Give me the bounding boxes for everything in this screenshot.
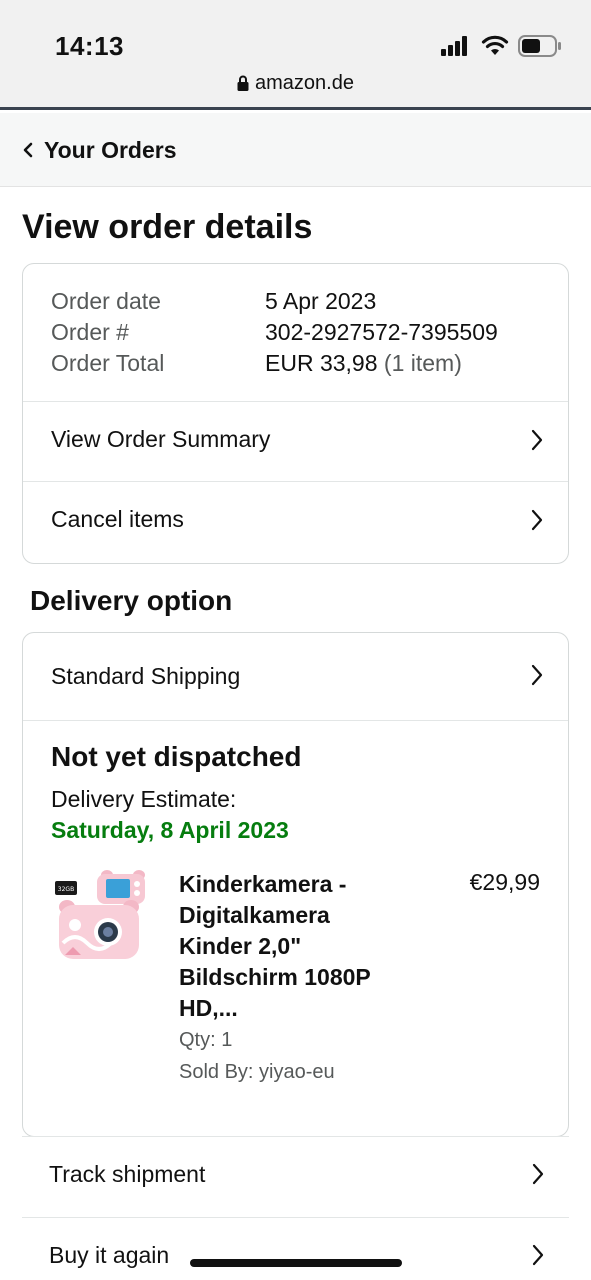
product-image[interactable]: 32GB [53, 869, 149, 969]
delivery-estimate-date: Saturday, 8 April 2023 [51, 817, 289, 843]
shipping-option-row[interactable]: Standard Shipping [23, 633, 568, 721]
order-info-block: Order date 5 Apr 2023 Order # 302-292757… [23, 264, 568, 402]
order-item-count: (1 item) [383, 350, 462, 376]
status-time: 14:13 [55, 31, 124, 61]
order-total-label: Order Total [51, 350, 165, 376]
product-title-link[interactable]: Kinderkamera - Digitalkamera Kinder 2,0"… [179, 869, 399, 1024]
home-indicator[interactable] [190, 1259, 402, 1267]
wifi-icon [481, 35, 509, 55]
sd-card-label: 32GB [58, 886, 74, 893]
chevron-right-icon [531, 429, 543, 451]
chevron-left-icon [23, 142, 33, 158]
order-total-value-wrap: EUR 33,98 (1 item) [265, 350, 462, 377]
order-date-value: 5 Apr 2023 [265, 288, 377, 314]
url-text: amazon.de [255, 72, 354, 94]
chevron-right-icon [531, 664, 543, 686]
view-order-summary-label: View Order Summary [51, 426, 271, 452]
battery-icon [518, 35, 561, 57]
chevron-right-icon [532, 1163, 544, 1185]
buy-it-again-row[interactable]: Buy it again [22, 1217, 569, 1280]
delivery-section-title: Delivery option [30, 585, 233, 616]
cancel-items-row[interactable]: Cancel items [23, 482, 568, 562]
cellular-signal-icon [441, 36, 467, 56]
order-total-value: EUR 33,98 [265, 350, 378, 376]
shipment-status: Not yet dispatched [51, 741, 302, 772]
delivery-card: Standard Shipping Not yet dispatched Del… [22, 632, 569, 1137]
view-order-summary-row[interactable]: View Order Summary [23, 402, 568, 482]
shipping-option-label: Standard Shipping [51, 663, 241, 689]
back-to-orders-link[interactable]: Your Orders [44, 137, 177, 164]
order-number-value: 302-2927572-7395509 [265, 319, 498, 345]
chevron-right-icon [532, 1244, 544, 1266]
track-shipment-label: Track shipment [49, 1161, 206, 1187]
delivery-estimate-label: Delivery Estimate: [51, 786, 237, 812]
address-bar[interactable]: amazon.de [0, 72, 591, 95]
browser-top-bar: 14:13 amazon.de [0, 0, 591, 110]
back-nav[interactable]: Your Orders [0, 113, 591, 187]
order-date-label: Order date [51, 288, 161, 314]
product-price: €29,99 [469, 869, 540, 895]
track-shipment-row[interactable]: Track shipment [22, 1136, 569, 1216]
order-info-card: Order date 5 Apr 2023 Order # 302-292757… [22, 263, 569, 564]
chevron-right-icon [531, 509, 543, 531]
product-seller: Sold By: yiyao-eu [179, 1061, 335, 1083]
cancel-items-label: Cancel items [51, 506, 184, 532]
lock-icon [237, 75, 249, 91]
buy-it-again-label: Buy it again [49, 1242, 170, 1268]
page-title: View order details [22, 208, 313, 246]
product-quantity: Qty: 1 [179, 1029, 233, 1051]
order-number-label: Order # [51, 319, 129, 345]
